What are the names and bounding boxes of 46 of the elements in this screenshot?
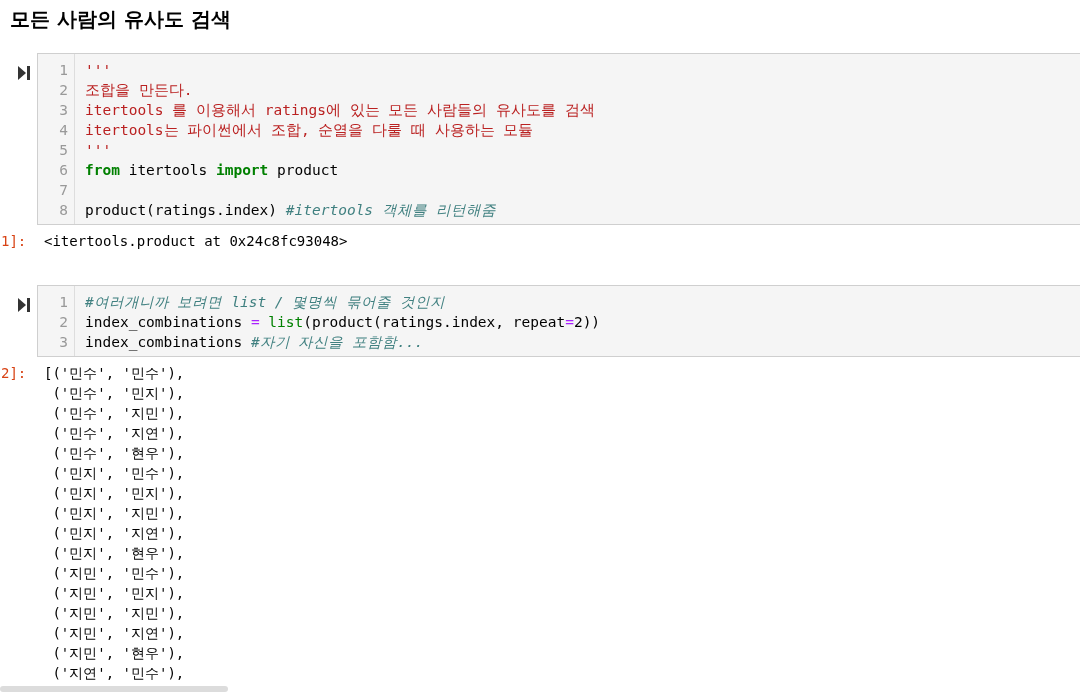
code-line: #여러개니까 보려면 list / 몇명씩 묶어줄 것인지 [85,294,445,310]
output-line: ('민지', '현우'), [51,545,185,561]
output-line: ('민지', '민지'), [51,485,185,501]
line-number: 1 [58,293,68,312]
line-number: 7 [58,181,68,200]
output-prompt: 1]: [0,232,28,251]
output-line: ('지민', '지연'), [51,625,185,641]
line-number: 6 [58,161,68,180]
output-line: ('지민', '민수'), [51,565,185,581]
code-line: index_combinations #자기 자신을 포함함... [85,334,424,350]
code-line: itertools는 파이썬에서 조합, 순열을 다룰 때 사용하는 모듈 [85,122,534,138]
run-cell-icon[interactable] [18,66,30,80]
output-line: ('민수', '지연'), [51,425,185,441]
code-editor[interactable]: 1 2 3 4 5 6 7 8 ''' 조합을 만든다. itertools 를 이용해서 ratings에 있는 모든 사람들의 유사도를 검색 itertools는 파이썬에서 조합, 순열을 다룰 때 사용하는 모듈 ''' from itertools import product product(ratings.index) #itertools 객체를 리턴해줌 [37,53,1080,225]
code-line: 조합을 만든다. [85,82,193,98]
output-line: <itertools.product at 0x24c8fc93048> [44,233,348,249]
output-line: ('지민', '민지'), [51,585,185,601]
output-line: ('지민', '지민'), [51,605,185,621]
code-line: ''' [85,142,112,158]
output-line: ('지민', '현우'), [51,645,185,661]
code-editor[interactable]: 1 2 3 #여러개니까 보려면 list / 몇명씩 묶어줄 것인지 index_combinations = list(product(ratings.index, repeat=2)) index_combinations #자기 자신을 포함함... [37,285,1080,357]
output-line: ('민지', '지연'), [51,525,185,541]
output-line: ('민수', '민지'), [51,385,185,401]
output-line: ('민지', '민수'), [51,465,185,481]
output-line: ('민수', '현우'), [51,445,185,461]
line-number: 1 [58,61,68,80]
code-line: ''' [85,62,112,78]
section-heading: 모든 사람의 유사도 검색 [9,6,232,33]
code-line: index_combinations = list(product(ratings.index, repeat=2)) [85,314,601,330]
line-number: 2 [58,81,68,100]
line-number: 3 [58,101,68,120]
output-prompt: 2]: [0,364,28,383]
code-line: product(ratings.index) #itertools 객체를 리턴해줌 [85,202,496,218]
code-line: itertools 를 이용해서 ratings에 있는 모든 사람들의 유사도를 검색 [85,102,595,118]
run-cell-icon[interactable] [18,298,30,312]
output-line: [('민수', '민수'), [44,365,185,381]
output-line: ('민수', '지민'), [51,405,185,421]
code-line: from itertools import product [85,162,339,178]
line-number: 8 [58,201,68,220]
output-line: ('민지', '지민'), [51,505,185,521]
line-number: 4 [58,121,68,140]
output-line: ('지연', '민수'), [51,665,185,681]
line-number: 2 [58,313,68,332]
line-number: 5 [58,141,68,160]
line-number: 3 [58,333,68,352]
horizontal-scrollbar[interactable] [0,686,228,692]
